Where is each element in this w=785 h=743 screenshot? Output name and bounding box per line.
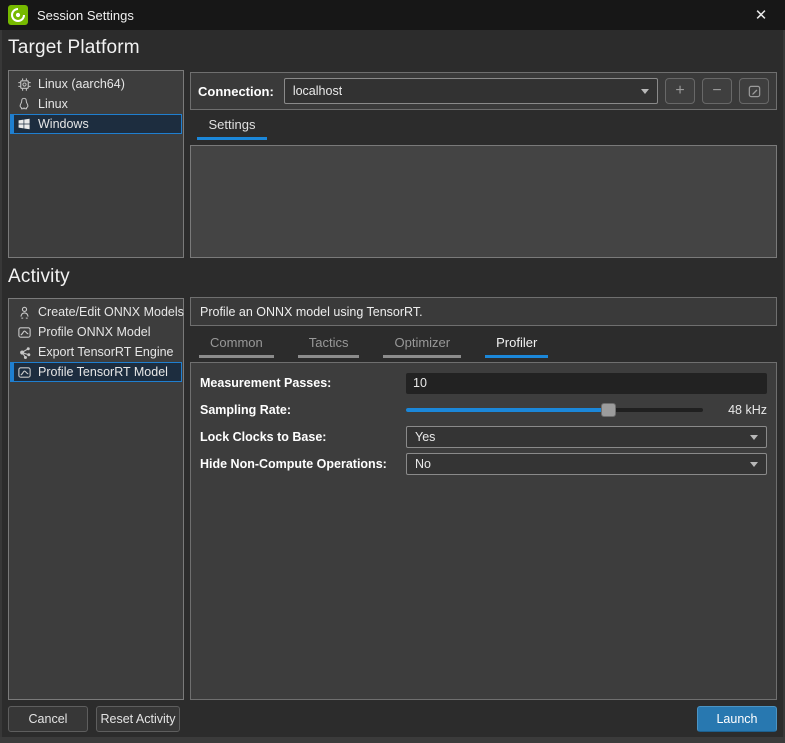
- platform-item-label: Windows: [38, 117, 89, 131]
- window-frame-bottom: [0, 737, 785, 743]
- activity-item-label: Export TensorRT Engine: [38, 345, 174, 359]
- settings-content-panel: [190, 145, 777, 258]
- hide-non-compute-value: No: [415, 457, 431, 471]
- activity-description: Profile an ONNX model using TensorRT.: [190, 297, 777, 326]
- penguin-icon: [16, 96, 32, 112]
- tab-profiler[interactable]: Profiler: [485, 331, 549, 358]
- activity-item-label: Profile ONNX Model: [38, 325, 151, 339]
- activity-description-text: Profile an ONNX model using TensorRT.: [200, 304, 423, 319]
- close-icon[interactable]: ✕: [747, 0, 775, 30]
- title-bar: Session Settings ✕: [0, 0, 785, 30]
- slider-track: [406, 403, 703, 417]
- sampling-rate-label: Sampling Rate:: [200, 403, 291, 417]
- measurement-passes-label: Measurement Passes:: [200, 376, 332, 390]
- minus-icon: −: [712, 82, 722, 99]
- slider-handle[interactable]: [600, 403, 616, 417]
- cancel-button[interactable]: Cancel: [8, 706, 88, 732]
- edit-pencil-icon: [747, 84, 762, 99]
- lock-clocks-label: Lock Clocks to Base:: [200, 430, 327, 444]
- platform-item-windows[interactable]: Windows: [10, 114, 182, 134]
- platform-item-label: Linux: [38, 97, 68, 111]
- plus-icon: +: [675, 82, 685, 99]
- windows-icon: [16, 116, 32, 132]
- activity-item-label: Create/Edit ONNX Models: [38, 305, 184, 319]
- slider-fill: [406, 403, 616, 417]
- network-icon: [16, 344, 32, 360]
- remove-connection-button[interactable]: −: [702, 78, 732, 104]
- chevron-down-icon: [641, 89, 649, 94]
- activity-list: Create/Edit ONNX Models Profile ONNX Mod…: [8, 298, 184, 700]
- tab-settings[interactable]: Settings: [197, 114, 267, 140]
- platform-item-linux[interactable]: Linux: [10, 94, 182, 114]
- tab-optimizer[interactable]: Optimizer: [383, 331, 462, 358]
- add-connection-button[interactable]: +: [665, 78, 695, 104]
- activity-item-profile-tensorrt[interactable]: Profile TensorRT Model: [10, 362, 182, 382]
- tab-profiler-label: Profiler: [496, 335, 538, 350]
- target-platform-list: Linux (aarch64) Linux Windows: [8, 70, 184, 258]
- activity-tabs: Common Tactics Optimizer Profiler: [190, 331, 777, 358]
- activity-heading: Activity: [8, 266, 70, 287]
- sampling-rate-slider[interactable]: [406, 399, 703, 421]
- activity-item-export-tensorrt[interactable]: Export TensorRT Engine: [10, 342, 182, 362]
- launch-button[interactable]: Launch: [697, 706, 777, 732]
- chart-icon: [16, 364, 32, 380]
- activity-item-profile-onnx[interactable]: Profile ONNX Model: [10, 322, 182, 342]
- tab-common-label: Common: [210, 335, 263, 350]
- target-platform-heading: Target Platform: [8, 37, 140, 58]
- chart-icon: [16, 324, 32, 340]
- reset-activity-button[interactable]: Reset Activity: [96, 706, 180, 732]
- nsight-app-icon: [8, 5, 28, 25]
- tab-common[interactable]: Common: [199, 331, 274, 358]
- measurement-passes-input[interactable]: [406, 372, 767, 394]
- tab-settings-underline: [197, 137, 267, 140]
- tab-settings-label: Settings: [208, 117, 256, 132]
- window-title: Session Settings: [37, 7, 134, 23]
- platform-item-linux-aarch64[interactable]: Linux (aarch64): [10, 74, 182, 94]
- chip-icon: [16, 76, 32, 92]
- hide-non-compute-select[interactable]: No: [406, 453, 767, 475]
- platform-item-label: Linux (aarch64): [38, 77, 125, 91]
- person-icon: [16, 304, 32, 320]
- connection-value: localhost: [292, 84, 343, 98]
- hide-non-compute-row: Hide Non-Compute Operations: No: [200, 453, 767, 475]
- sampling-rate-row: Sampling Rate: 48 kHz: [200, 399, 767, 421]
- chevron-down-icon: [750, 435, 758, 440]
- chevron-down-icon: [750, 462, 758, 467]
- tab-tactics-underline: [297, 355, 360, 358]
- tab-common-underline: [199, 355, 274, 358]
- tab-tactics[interactable]: Tactics: [297, 331, 360, 358]
- tab-profiler-underline: [485, 355, 549, 358]
- measurement-passes-row: Measurement Passes:: [200, 372, 767, 394]
- tab-optimizer-label: Optimizer: [394, 335, 451, 350]
- lock-clocks-row: Lock Clocks to Base: Yes: [200, 426, 767, 448]
- connection-panel: Connection: localhost + −: [190, 72, 777, 110]
- edit-connection-button[interactable]: [739, 78, 769, 104]
- window-frame-left: [0, 30, 2, 743]
- activity-item-label: Profile TensorRT Model: [38, 365, 168, 379]
- sampling-rate-value: 48 kHz: [728, 403, 767, 417]
- connection-select[interactable]: localhost: [283, 78, 658, 104]
- tab-optimizer-underline: [383, 355, 462, 358]
- lock-clocks-select[interactable]: Yes: [406, 426, 767, 448]
- lock-clocks-value: Yes: [415, 430, 436, 444]
- profiler-form-panel: Measurement Passes: Sampling Rate: 48 kH…: [190, 362, 777, 700]
- activity-item-create-edit-onnx[interactable]: Create/Edit ONNX Models: [10, 302, 184, 322]
- session-settings-dialog: Session Settings ✕ Target Platform Linux…: [0, 0, 785, 743]
- hide-non-compute-label: Hide Non-Compute Operations:: [200, 457, 387, 471]
- connection-label: Connection:: [198, 83, 274, 99]
- tab-tactics-label: Tactics: [308, 335, 349, 350]
